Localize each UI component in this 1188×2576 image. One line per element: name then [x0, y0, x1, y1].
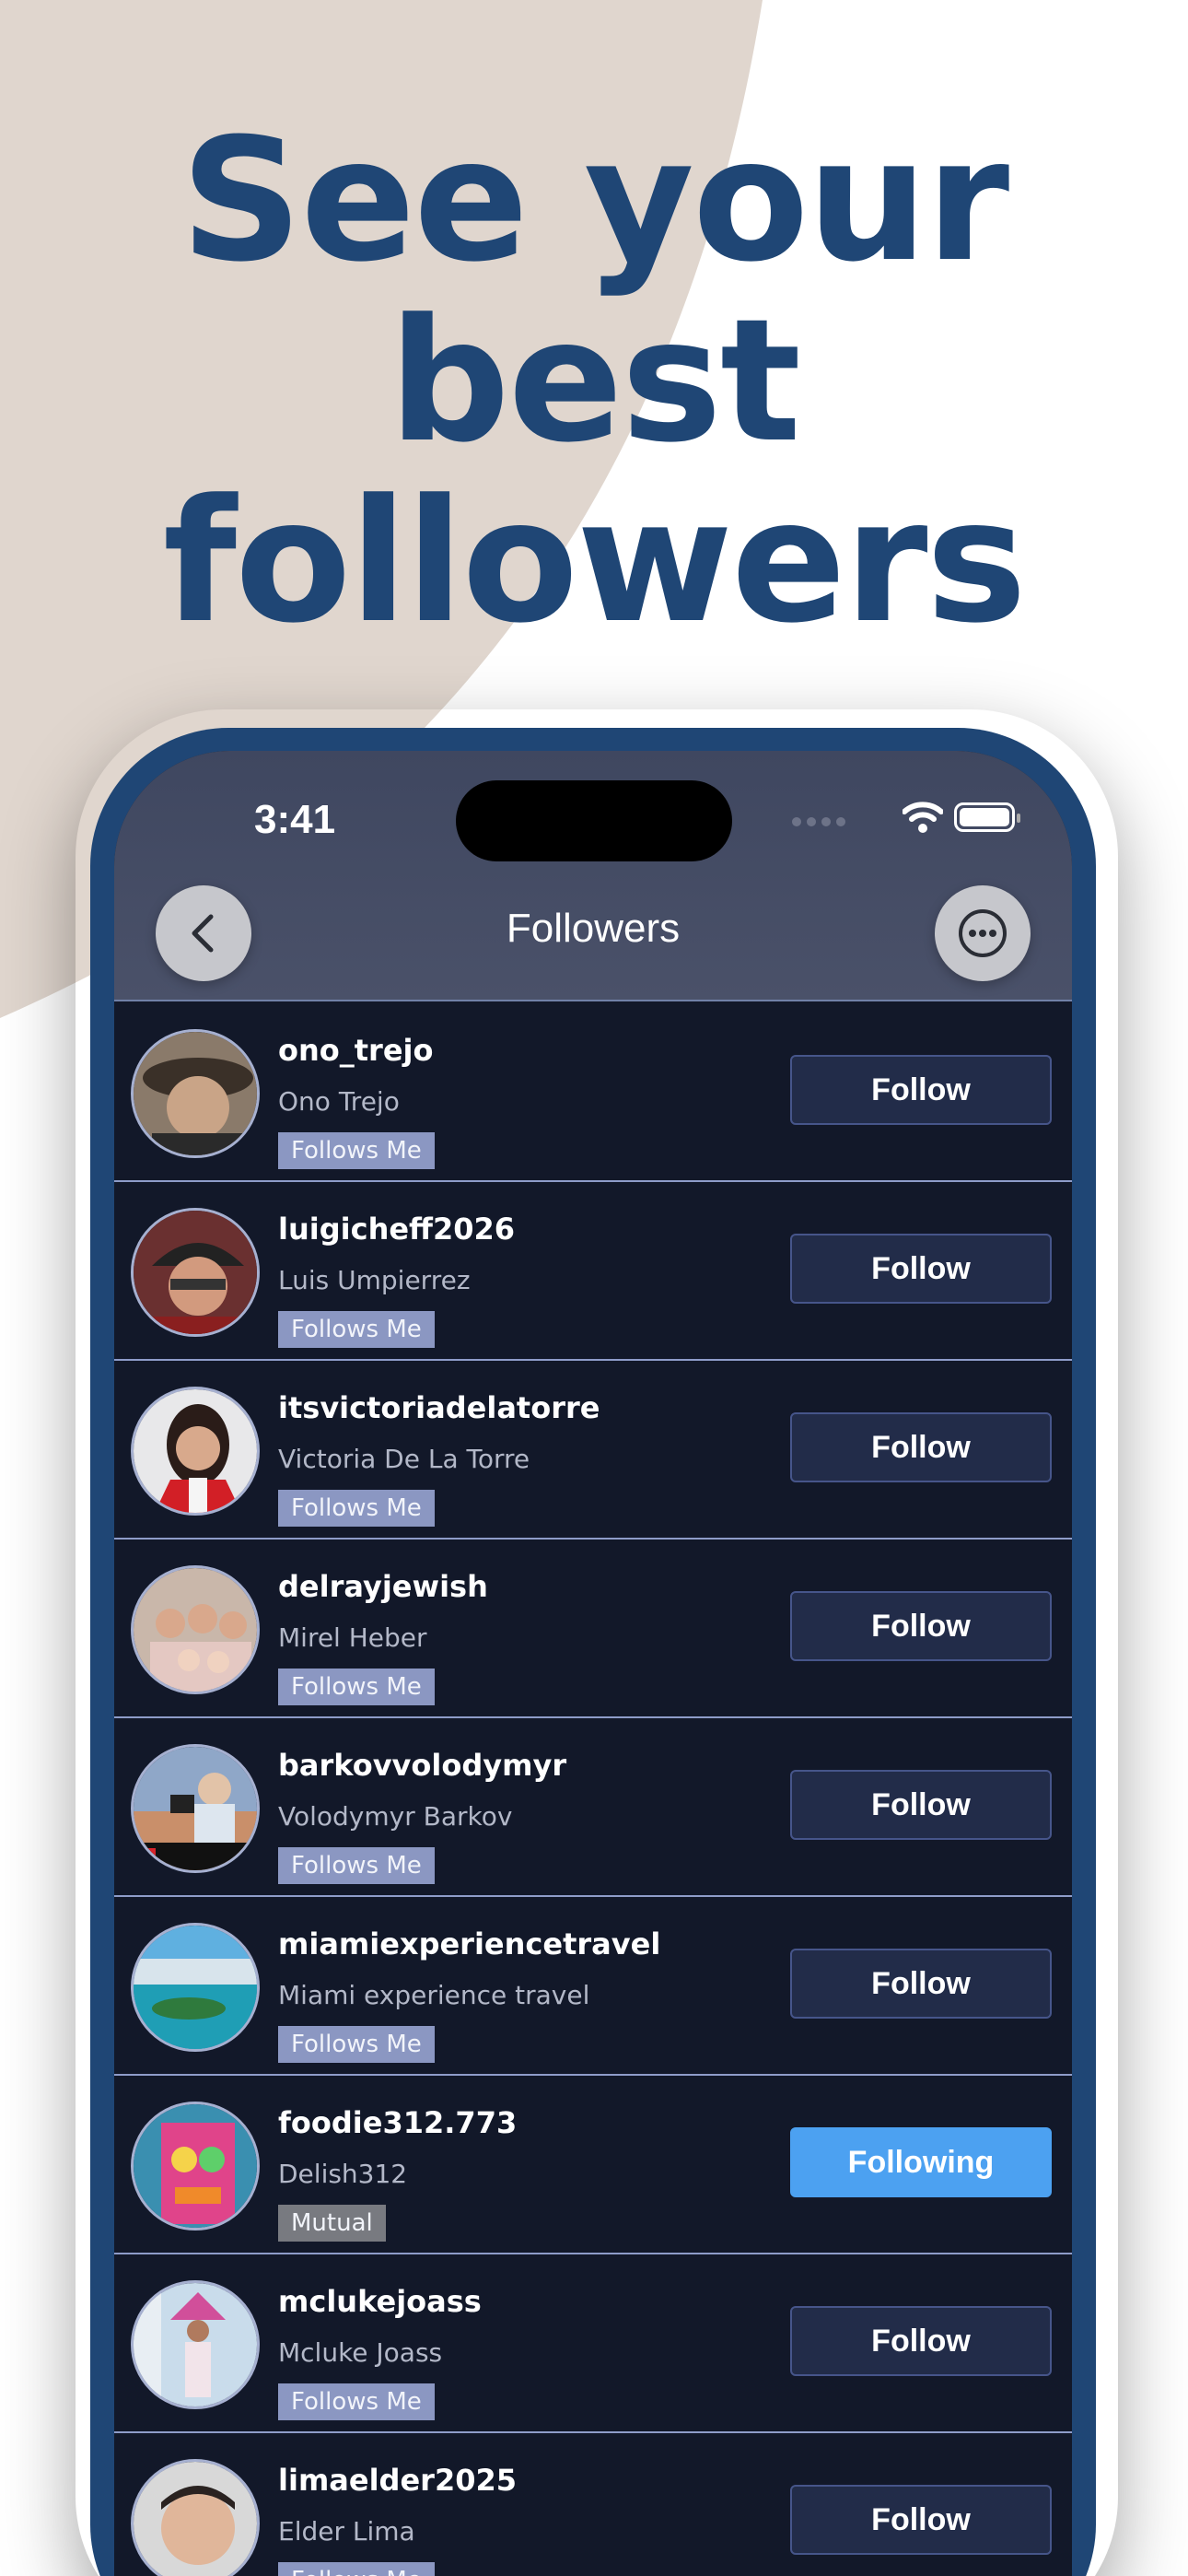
avatar[interactable] [131, 1565, 260, 1694]
mutual-badge: Mutual [278, 2205, 386, 2242]
follow-button[interactable]: Follow [790, 1412, 1052, 1482]
username[interactable]: foodie312.773 [278, 2105, 517, 2140]
follows-me-badge: Follows Me [278, 1669, 435, 1705]
display-name: Ono Trejo [278, 1086, 400, 1117]
follower-row[interactable]: delrayjewish Mirel Heber Follows Me Foll… [114, 1540, 1072, 1718]
ellipsis-circle-icon [959, 909, 1007, 957]
avatar[interactable] [131, 1208, 260, 1337]
follower-row[interactable]: luigicheff2026 Luis Umpierrez Follows Me… [114, 1182, 1072, 1361]
follower-row[interactable]: miamiexperiencetravel Miami experience t… [114, 1897, 1072, 2076]
avatar[interactable] [131, 1923, 260, 2052]
avatar[interactable] [131, 1387, 260, 1516]
follows-me-badge: Follows Me [278, 2026, 435, 2063]
dynamic-island [456, 780, 732, 861]
username[interactable]: itsvictoriadelatorre [278, 1390, 600, 1425]
wifi-icon [903, 802, 943, 833]
followers-list: ono_trejo Ono Trejo Follows Me Follow lu… [114, 1003, 1072, 2576]
display-name: Victoria De La Torre [278, 1444, 530, 1474]
follows-me-badge: Follows Me [278, 2383, 435, 2420]
follower-row[interactable]: limaelder2025 Elder Lima Follows Me Foll… [114, 2433, 1072, 2576]
status-time: 3:41 [254, 797, 336, 842]
display-name: Volodymyr Barkov [278, 1801, 513, 1832]
battery-icon [954, 802, 1020, 832]
follow-button[interactable]: Follow [790, 1055, 1052, 1125]
headline-line-1: See your [180, 102, 1009, 299]
avatar[interactable] [131, 2459, 260, 2576]
display-name: Miami experience travel [278, 1980, 590, 2010]
avatar[interactable] [131, 1744, 260, 1873]
follower-row[interactable]: itsvictoriadelatorre Victoria De La Torr… [114, 1361, 1072, 1540]
page-title: Followers [506, 906, 681, 951]
follow-button[interactable]: Follow [790, 2306, 1052, 2376]
follow-button[interactable]: Follow [790, 1770, 1052, 1840]
username[interactable]: luigicheff2026 [278, 1212, 515, 1247]
status-icons [792, 797, 1020, 843]
follower-row[interactable]: ono_trejo Ono Trejo Follows Me Follow [114, 1003, 1072, 1182]
follow-button[interactable]: Follow [790, 1591, 1052, 1661]
display-name: Mcluke Joass [278, 2337, 443, 2368]
username[interactable]: ono_trejo [278, 1033, 433, 1068]
username[interactable]: delrayjewish [278, 1569, 488, 1604]
follow-button[interactable]: Follow [790, 2485, 1052, 2555]
username[interactable]: miamiexperiencetravel [278, 1926, 660, 1961]
headline-line-3: followers [162, 463, 1027, 661]
phone-screen: 3:41 Followers ono_trejo Ono Trejo Follo… [114, 751, 1072, 2576]
display-name: Luis Umpierrez [278, 1265, 471, 1295]
follows-me-badge: Follows Me [278, 1847, 435, 1884]
follower-row[interactable]: foodie312.773 Delish312 Mutual Following [114, 2076, 1072, 2254]
more-options-button[interactable] [935, 885, 1031, 981]
follows-me-badge: Follows Me [278, 1311, 435, 1348]
display-name: Mirel Heber [278, 1622, 427, 1653]
follower-row[interactable]: barkovvolodymyr Volodymyr Barkov Follows… [114, 1718, 1072, 1897]
username[interactable]: mclukejoass [278, 2284, 482, 2319]
username[interactable]: limaelder2025 [278, 2463, 517, 2498]
avatar[interactable] [131, 1029, 260, 1158]
headline: See your best followers [0, 111, 1188, 652]
avatar[interactable] [131, 2102, 260, 2231]
follows-me-badge: Follows Me [278, 1490, 435, 1527]
navigation-bar: 3:41 Followers [114, 751, 1072, 1001]
follows-me-badge: Follows Me [278, 1132, 435, 1169]
follows-me-badge: Follows Me [278, 2562, 435, 2576]
follow-button[interactable]: Follow [790, 1949, 1052, 2019]
following-button[interactable]: Following [790, 2127, 1052, 2197]
follower-row[interactable]: mclukejoass Mcluke Joass Follows Me Foll… [114, 2254, 1072, 2433]
headline-line-2: best [389, 283, 801, 480]
signal-dots-icon [792, 817, 845, 826]
follow-button[interactable]: Follow [790, 1234, 1052, 1304]
display-name: Elder Lima [278, 2516, 415, 2547]
display-name: Delish312 [278, 2159, 408, 2189]
username[interactable]: barkovvolodymyr [278, 1748, 566, 1783]
avatar[interactable] [131, 2280, 260, 2409]
